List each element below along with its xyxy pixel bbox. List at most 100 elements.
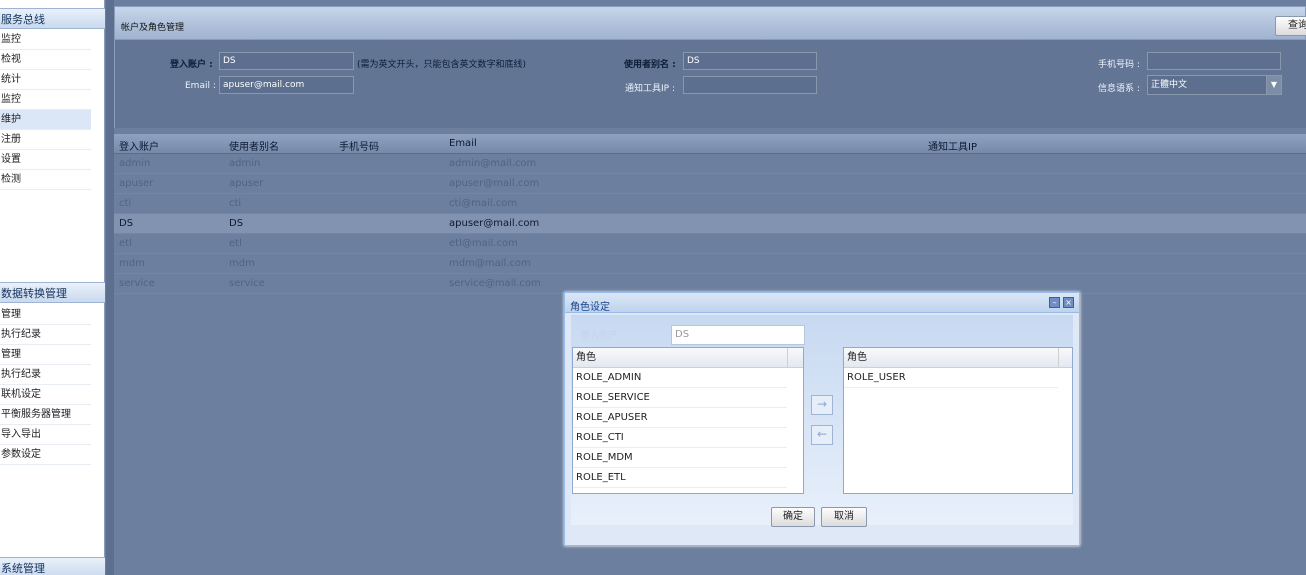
- header-separator: [787, 348, 801, 367]
- phone-input[interactable]: [1147, 52, 1281, 70]
- language-label: 信息语系 :: [1098, 84, 1140, 94]
- role-item[interactable]: ROLE_ADMIN: [573, 368, 787, 388]
- menu-item[interactable]: 注册: [0, 130, 91, 150]
- cell-email: admin@mail.com: [449, 158, 537, 169]
- panel-header: 帐户及角色管理 查询: [114, 6, 1306, 40]
- chevron-down-icon[interactable]: ▼: [1266, 76, 1281, 94]
- column-header-phone[interactable]: 手机号码: [339, 138, 379, 153]
- cell-alias: mdm: [229, 258, 255, 269]
- cell-account: etl: [119, 238, 132, 249]
- menu-item[interactable]: 监控: [0, 90, 91, 110]
- menu-item[interactable]: 参数设定: [0, 445, 91, 465]
- menu-item[interactable]: 管理: [0, 305, 91, 325]
- accordion-header-data-transform[interactable]: 数据转换管理: [0, 282, 105, 303]
- phone-label: 手机号码 :: [1098, 60, 1140, 70]
- role-item[interactable]: ROLE_APUSER: [573, 408, 787, 428]
- menu-item[interactable]: 联机设定: [0, 385, 91, 405]
- cell-email: apuser@mail.com: [449, 218, 540, 229]
- column-header-notify-ip[interactable]: 通知工具IP: [928, 138, 977, 153]
- cell-account: cti: [119, 198, 132, 209]
- sidebar: 服务总线 监控 检视 统计 监控 维护 注册 设置 检测 数据转换管理 管理 执…: [0, 0, 105, 575]
- role-item[interactable]: ROLE_SERVICE: [573, 388, 787, 408]
- menu-item[interactable]: 执行纪录: [0, 365, 91, 385]
- role-item[interactable]: ROLE_USER: [844, 368, 1058, 388]
- available-roles-header: 角色: [573, 348, 803, 368]
- cell-account: mdm: [119, 258, 145, 269]
- accordion-header-system-admin[interactable]: 系统管理: [0, 557, 105, 575]
- cell-account: admin: [119, 158, 151, 169]
- available-roles-header-label: 角色: [576, 352, 596, 363]
- menu-item[interactable]: 检视: [0, 50, 91, 70]
- dialog-account-label: 登入账户: [581, 331, 618, 341]
- table-row[interactable]: admin admin admin@mail.com: [114, 154, 1306, 174]
- assigned-roles-list: 角色 ROLE_USER: [843, 347, 1073, 494]
- arrow-left-icon: ←: [816, 427, 828, 441]
- account-label: 登入账户 :: [170, 60, 213, 70]
- header-separator: [1058, 348, 1072, 367]
- table-row[interactable]: mdm mdm mdm@mail.com: [114, 254, 1306, 274]
- assigned-roles-header: 角色: [844, 348, 1072, 368]
- cell-email: etl@mail.com: [449, 238, 518, 249]
- cell-email: cti@mail.com: [449, 198, 518, 209]
- data-transform-menu: 管理 执行纪录 管理 执行纪录 联机设定 平衡服务器管理 导入导出 参数设定: [0, 305, 91, 465]
- role-item[interactable]: ROLE_MDM: [573, 448, 787, 468]
- role-settings-dialog: 角色设定 – × 登入账户 DS 角色 ROLE_ADMIN ROLE_SERV…: [564, 292, 1080, 546]
- minimize-icon[interactable]: –: [1049, 297, 1060, 308]
- menu-item[interactable]: 监控: [0, 30, 91, 50]
- language-select[interactable]: 正體中文 ▼: [1147, 75, 1282, 95]
- alias-label: 使用者别名 :: [624, 60, 676, 70]
- menu-item[interactable]: 导入导出: [0, 425, 91, 445]
- assigned-roles-header-label: 角色: [847, 352, 867, 363]
- cell-email: service@mail.com: [449, 278, 541, 289]
- role-item[interactable]: ROLE_CTI: [573, 428, 787, 448]
- menu-item[interactable]: 设置: [0, 150, 91, 170]
- menu-item[interactable]: 执行纪录: [0, 325, 91, 345]
- arrow-right-icon: →: [816, 397, 828, 411]
- menu-item[interactable]: 检测: [0, 170, 91, 190]
- dialog-header: 角色设定 – ×: [565, 293, 1079, 313]
- cell-email: mdm@mail.com: [449, 258, 531, 269]
- menu-item-selected[interactable]: 维护: [0, 110, 91, 130]
- menu-item[interactable]: 平衡服务器管理: [0, 405, 91, 425]
- column-header-email[interactable]: Email: [449, 138, 477, 149]
- role-item[interactable]: ROLE_ETL: [573, 468, 787, 488]
- layout-splitter[interactable]: [106, 0, 114, 575]
- cell-alias: apuser: [229, 178, 264, 189]
- account-input[interactable]: DS: [219, 52, 354, 70]
- dialog-body: 登入账户 DS 角色 ROLE_ADMIN ROLE_SERVICE ROLE_…: [571, 315, 1073, 527]
- table-row[interactable]: cti cti cti@mail.com: [114, 194, 1306, 214]
- cell-account: apuser: [119, 178, 154, 189]
- grid-header: 登入账户 使用者别名 手机号码 Email 通知工具IP: [114, 134, 1306, 154]
- service-bus-menu: 监控 检视 统计 监控 维护 注册 设置 检测: [0, 30, 91, 190]
- email-input[interactable]: apuser@mail.com: [219, 76, 354, 94]
- query-button[interactable]: 查询: [1275, 16, 1306, 36]
- account-form: 登入账户 : DS (需为英文开头，只能包含英文数字和底线) 使用者别名 : D…: [114, 40, 1306, 128]
- cancel-button[interactable]: 取消: [821, 507, 867, 527]
- cell-account: DS: [119, 218, 134, 229]
- table-row[interactable]: apuser apuser apuser@mail.com: [114, 174, 1306, 194]
- available-roles-list: 角色 ROLE_ADMIN ROLE_SERVICE ROLE_APUSER R…: [572, 347, 804, 494]
- alias-input[interactable]: DS: [683, 52, 817, 70]
- cell-alias: DS: [229, 218, 244, 229]
- panel-title: 帐户及角色管理: [121, 23, 185, 33]
- account-hint: (需为英文开头，只能包含英文数字和底线): [357, 60, 527, 70]
- dialog-title: 角色设定: [570, 302, 610, 313]
- menu-item[interactable]: 管理: [0, 345, 91, 365]
- column-header-alias[interactable]: 使用者别名: [229, 138, 279, 153]
- cell-account: service: [119, 278, 155, 289]
- dialog-account-input: DS: [671, 325, 805, 345]
- table-row[interactable]: service service service@mail.com: [114, 274, 1306, 294]
- ok-button[interactable]: 确定: [771, 507, 815, 527]
- cell-alias: service: [229, 278, 265, 289]
- close-icon[interactable]: ×: [1063, 297, 1074, 308]
- table-row[interactable]: etl etl etl@mail.com: [114, 234, 1306, 254]
- remove-role-button[interactable]: ←: [811, 425, 833, 445]
- table-row[interactable]: DS DS apuser@mail.com: [114, 214, 1306, 234]
- email-label: Email :: [185, 81, 216, 91]
- accordion-header-service-bus[interactable]: 服务总线: [0, 8, 105, 29]
- add-role-button[interactable]: →: [811, 395, 833, 415]
- notify-ip-input[interactable]: [683, 76, 817, 94]
- cell-email: apuser@mail.com: [449, 178, 540, 189]
- column-header-account[interactable]: 登入账户: [119, 138, 159, 153]
- menu-item[interactable]: 统计: [0, 70, 91, 90]
